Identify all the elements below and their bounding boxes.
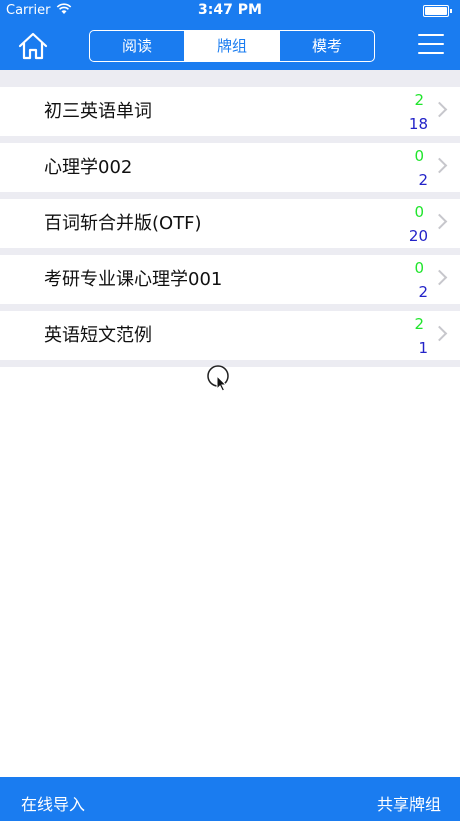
deck-row[interactable]: 百词斩合并版(OTF) 0 20 <box>0 199 460 248</box>
deck-name: 心理学002 <box>44 157 133 178</box>
view-segmented-control: 阅读 牌组 模考 <box>89 30 375 62</box>
house-icon[interactable] <box>16 31 50 61</box>
status-bar: Carrier 3:47 PM <box>0 0 460 22</box>
deck-row[interactable]: 考研专业课心理学001 0 2 <box>0 255 460 304</box>
tab-decks[interactable]: 牌组 <box>185 31 280 61</box>
deck-count-total: 20 <box>408 227 428 245</box>
deck-list: 初三英语单词 2 18 心理学002 0 2 百词斩合并版(OTF) 0 20 … <box>0 70 460 367</box>
deck-row[interactable]: 心理学002 0 2 <box>0 143 460 192</box>
bottom-toolbar: 在线导入 共享牌组 <box>0 777 460 821</box>
battery-icon <box>423 5 452 17</box>
deck-count-new: 0 <box>414 259 424 277</box>
deck-name: 考研专业课心理学001 <box>44 269 223 290</box>
chevron-right-icon <box>431 101 448 118</box>
chevron-right-icon <box>431 157 448 174</box>
deck-count-new: 0 <box>414 147 424 165</box>
deck-row[interactable]: 英语短文范例 2 1 <box>0 311 460 360</box>
deck-count-new: 2 <box>414 91 424 109</box>
deck-count-total: 1 <box>418 339 428 357</box>
deck-count-new: 2 <box>414 315 424 333</box>
deck-name: 初三英语单词 <box>44 101 152 122</box>
status-time: 3:47 PM <box>198 2 262 18</box>
chevron-right-icon <box>431 325 448 342</box>
deck-count-new: 0 <box>414 203 424 221</box>
chevron-right-icon <box>431 269 448 286</box>
tab-mock-exam[interactable]: 模考 <box>280 31 374 61</box>
deck-count-total: 2 <box>418 171 428 189</box>
deck-count-total: 2 <box>418 283 428 301</box>
deck-name: 百词斩合并版(OTF) <box>44 213 202 234</box>
mouse-cursor-icon <box>207 365 231 395</box>
deck-row[interactable]: 初三英语单词 2 18 <box>0 87 460 136</box>
shared-decks-button[interactable]: 共享牌组 <box>377 791 441 815</box>
chevron-right-icon <box>431 213 448 230</box>
nav-bar: 阅读 牌组 模考 <box>0 22 460 70</box>
deck-name: 英语短文范例 <box>44 325 152 346</box>
online-import-button[interactable]: 在线导入 <box>21 791 85 815</box>
deck-count-total: 18 <box>408 115 428 133</box>
tab-reading[interactable]: 阅读 <box>90 31 185 61</box>
hamburger-menu-icon[interactable] <box>418 34 444 56</box>
